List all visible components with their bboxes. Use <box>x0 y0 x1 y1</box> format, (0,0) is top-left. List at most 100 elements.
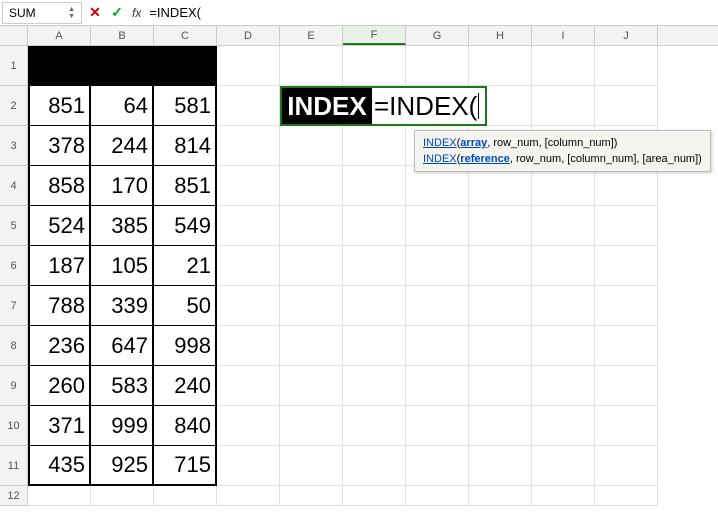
col-header-B[interactable]: B <box>91 26 154 45</box>
cell-D3[interactable] <box>217 126 280 166</box>
cell-G6[interactable] <box>406 246 469 286</box>
col-header-E[interactable]: E <box>280 26 343 45</box>
cell-C11[interactable]: 715 <box>154 446 217 486</box>
formula-input[interactable] <box>145 5 718 20</box>
cell-B2[interactable]: 64 <box>91 86 154 126</box>
cell-D8[interactable] <box>217 326 280 366</box>
row-header-1[interactable]: 1 <box>0 46 28 86</box>
cell-F7[interactable] <box>343 286 406 326</box>
name-box-stepper[interactable]: ▲ ▼ <box>68 6 75 20</box>
cell-D11[interactable] <box>217 446 280 486</box>
row-header-9[interactable]: 9 <box>0 366 28 406</box>
cell-J11[interactable] <box>595 446 658 486</box>
cell-J8[interactable] <box>595 326 658 366</box>
cell-D12[interactable] <box>217 486 280 506</box>
cell-E3[interactable] <box>280 126 343 166</box>
cell-G11[interactable] <box>406 446 469 486</box>
cell-D9[interactable] <box>217 366 280 406</box>
cell-B8[interactable]: 647 <box>91 326 154 366</box>
cell-J12[interactable] <box>595 486 658 506</box>
cell-A12[interactable] <box>28 486 91 506</box>
cell-D5[interactable] <box>217 206 280 246</box>
cell-F9[interactable] <box>343 366 406 406</box>
cell-E5[interactable] <box>280 206 343 246</box>
cell-B9[interactable]: 583 <box>91 366 154 406</box>
cell-C7[interactable]: 50 <box>154 286 217 326</box>
cell-F3[interactable] <box>343 126 406 166</box>
col-header-I[interactable]: I <box>532 26 595 45</box>
cell-F5[interactable] <box>343 206 406 246</box>
cell-H8[interactable] <box>469 326 532 366</box>
cell-A9[interactable]: 260 <box>28 366 91 406</box>
cell-G12[interactable] <box>406 486 469 506</box>
cell-G5[interactable] <box>406 206 469 246</box>
tooltip-fn-1[interactable]: INDEX <box>423 137 457 149</box>
cell-I2[interactable] <box>532 86 595 126</box>
cell-H9[interactable] <box>469 366 532 406</box>
tooltip-arg-array[interactable]: array <box>460 137 487 149</box>
row-header-8[interactable]: 8 <box>0 326 28 366</box>
row-header-2[interactable]: 2 <box>0 86 28 126</box>
cell-F12[interactable] <box>343 486 406 506</box>
confirm-button[interactable]: ✓ <box>106 2 128 24</box>
cell-E7[interactable] <box>280 286 343 326</box>
cell-J7[interactable] <box>595 286 658 326</box>
cell-H6[interactable] <box>469 246 532 286</box>
cell-I12[interactable] <box>532 486 595 506</box>
cell-G7[interactable] <box>406 286 469 326</box>
cell-F10[interactable] <box>343 406 406 446</box>
cell-C12[interactable] <box>154 486 217 506</box>
cell-I5[interactable] <box>532 206 595 246</box>
fx-icon[interactable]: fx <box>132 6 141 20</box>
cell-J6[interactable] <box>595 246 658 286</box>
cell-C2[interactable]: 581 <box>154 86 217 126</box>
col-header-C[interactable]: C <box>154 26 217 45</box>
col-header-D[interactable]: D <box>217 26 280 45</box>
col-header-H[interactable]: H <box>469 26 532 45</box>
row-header-7[interactable]: 7 <box>0 286 28 326</box>
col-header-F[interactable]: F <box>343 26 406 45</box>
cell-B5[interactable]: 385 <box>91 206 154 246</box>
cell-A8[interactable]: 236 <box>28 326 91 366</box>
cell-B1[interactable] <box>91 46 154 86</box>
cell-I6[interactable] <box>532 246 595 286</box>
cell-C10[interactable]: 840 <box>154 406 217 446</box>
cell-H7[interactable] <box>469 286 532 326</box>
cell-C5[interactable]: 549 <box>154 206 217 246</box>
cell-E2-label[interactable]: INDEX <box>280 86 372 126</box>
cell-B11[interactable]: 925 <box>91 446 154 486</box>
row-header-5[interactable]: 5 <box>0 206 28 246</box>
col-header-A[interactable]: A <box>28 26 91 45</box>
cell-E4[interactable] <box>280 166 343 206</box>
row-header-12[interactable]: 12 <box>0 486 28 506</box>
cancel-button[interactable]: ✕ <box>84 2 106 24</box>
cell-A2[interactable]: 851 <box>28 86 91 126</box>
cell-H11[interactable] <box>469 446 532 486</box>
row-header-3[interactable]: 3 <box>0 126 28 166</box>
cell-B6[interactable]: 105 <box>91 246 154 286</box>
cell-C4[interactable]: 851 <box>154 166 217 206</box>
cell-H4[interactable] <box>469 166 532 206</box>
cell-E10[interactable] <box>280 406 343 446</box>
cell-A1[interactable] <box>28 46 91 86</box>
cell-B3[interactable]: 244 <box>91 126 154 166</box>
cell-C6[interactable]: 21 <box>154 246 217 286</box>
cell-G1[interactable] <box>406 46 469 86</box>
row-header-10[interactable]: 10 <box>0 406 28 446</box>
cell-B10[interactable]: 999 <box>91 406 154 446</box>
cell-H5[interactable] <box>469 206 532 246</box>
cell-C1[interactable] <box>154 46 217 86</box>
cell-I1[interactable] <box>532 46 595 86</box>
cell-E11[interactable] <box>280 446 343 486</box>
row-header-11[interactable]: 11 <box>0 446 28 486</box>
cell-B7[interactable]: 339 <box>91 286 154 326</box>
cell-J10[interactable] <box>595 406 658 446</box>
cell-C8[interactable]: 998 <box>154 326 217 366</box>
cell-E9[interactable] <box>280 366 343 406</box>
cell-B4[interactable]: 170 <box>91 166 154 206</box>
cell-I11[interactable] <box>532 446 595 486</box>
cell-D7[interactable] <box>217 286 280 326</box>
row-header-6[interactable]: 6 <box>0 246 28 286</box>
cell-G4[interactable] <box>406 166 469 206</box>
tooltip-arg-reference[interactable]: reference <box>460 153 510 165</box>
